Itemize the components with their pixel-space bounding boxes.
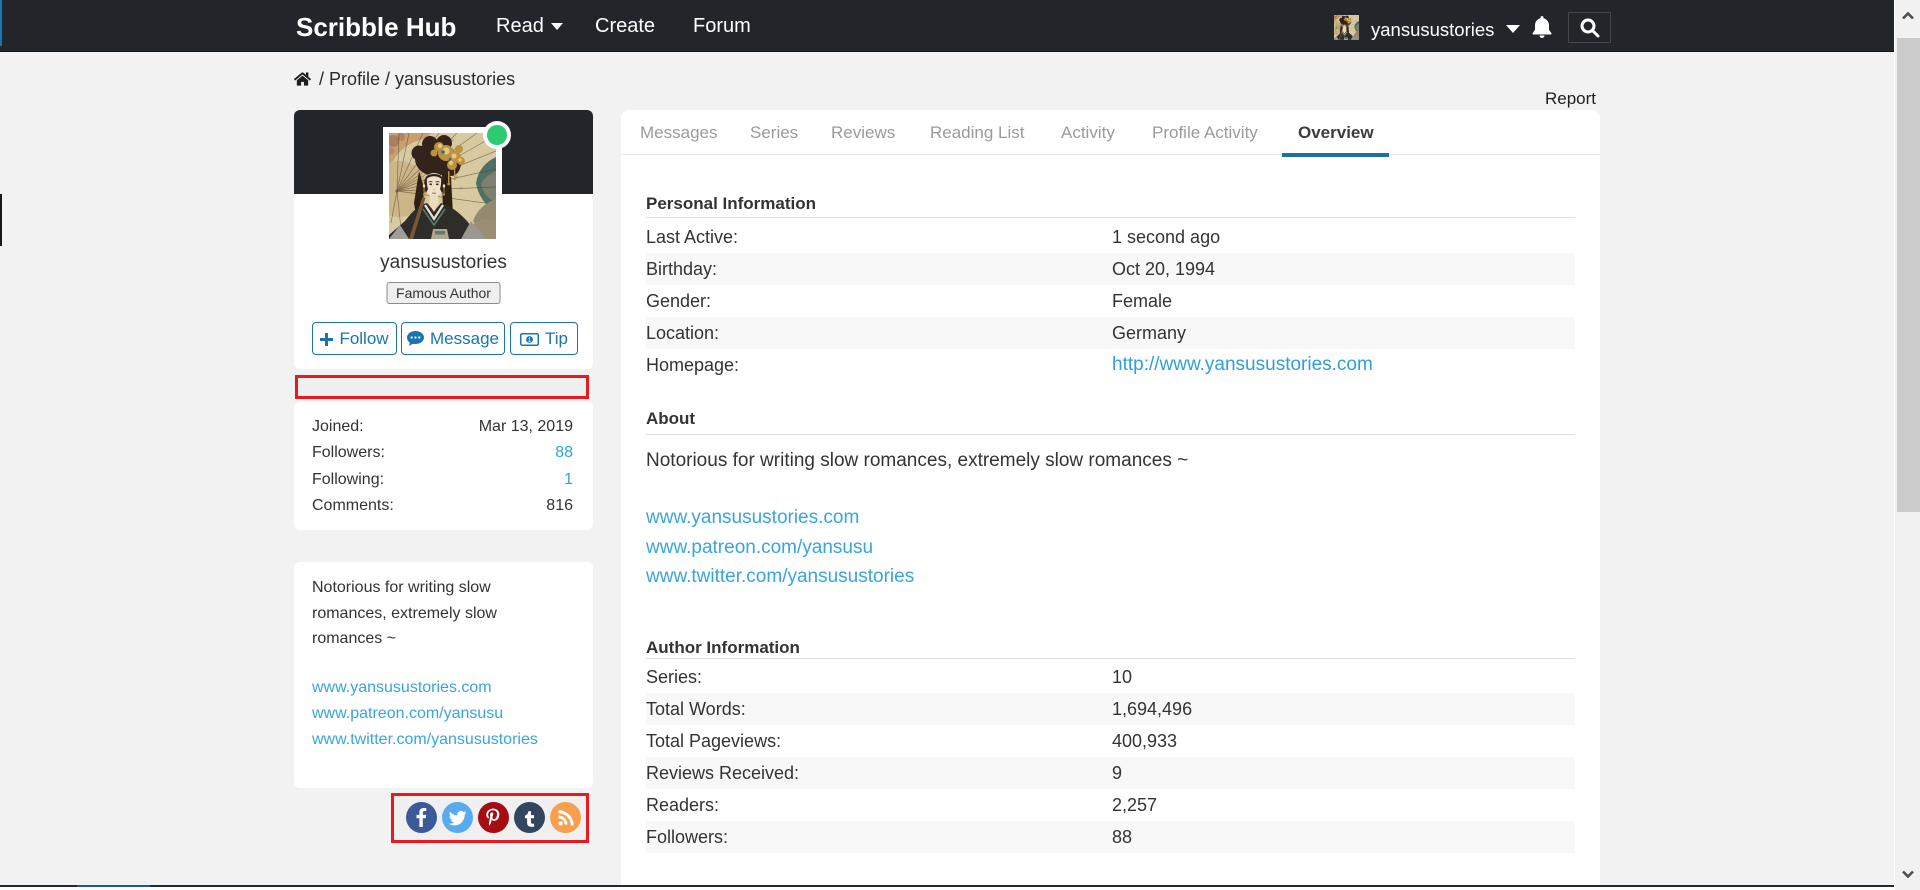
svg-text:1: 1 bbox=[528, 337, 532, 344]
